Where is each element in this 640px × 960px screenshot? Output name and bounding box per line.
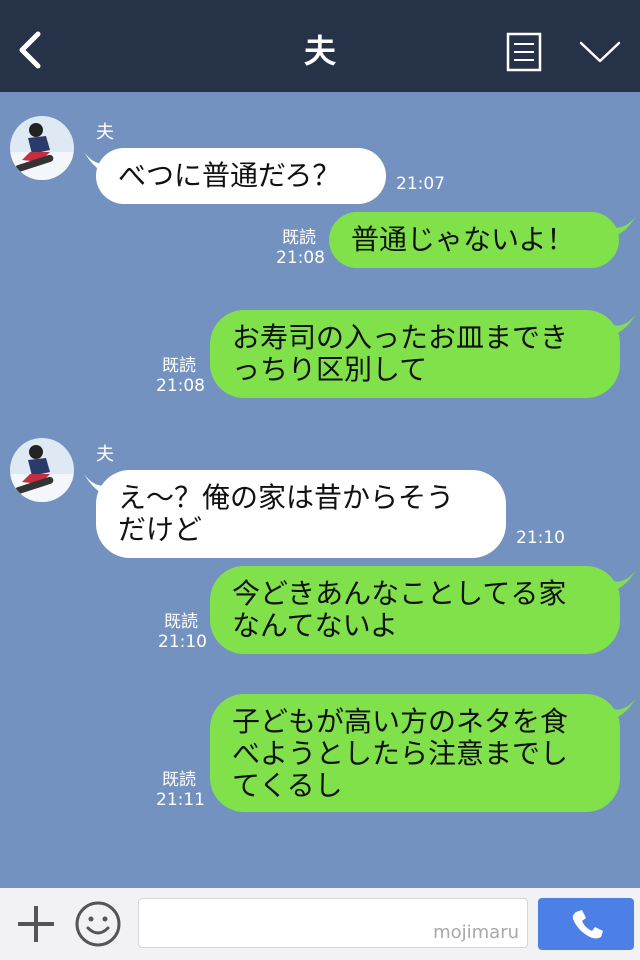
message-bubble-incoming[interactable]: え〜？俺の家は昔からそう だけど (96, 470, 506, 558)
plus-icon[interactable] (14, 902, 58, 946)
message-read-meta: 既読 21:08 (156, 356, 205, 396)
phone-icon (572, 910, 603, 939)
watermark: mojimaru (433, 922, 519, 943)
message-bubble-outgoing[interactable]: お寿司の入ったお皿までき っちり区別して (210, 310, 620, 398)
call-button[interactable] (538, 898, 634, 950)
message-bubble-outgoing[interactable]: 子どもが高い方のネタを食 べようとしたら注意までし てくるし (210, 694, 620, 812)
message-time: 21:08 (156, 376, 205, 396)
read-receipt: 既読 (162, 770, 196, 790)
snowboarder-avatar-icon (10, 438, 74, 502)
message-read-meta: 既読 21:10 (158, 612, 207, 652)
avatar[interactable] (10, 116, 74, 180)
message-time: 21:08 (276, 248, 325, 268)
smiley-icon[interactable] (74, 900, 122, 948)
input-bar: mojimaru (0, 888, 640, 960)
chevron-down-icon[interactable] (578, 38, 622, 66)
chat-title: 夫 (303, 32, 336, 70)
chat-header: 夫 (0, 0, 640, 92)
sender-name: 夫 (96, 122, 114, 143)
message-input[interactable]: mojimaru (138, 898, 528, 948)
message-time: 21:07 (396, 174, 445, 194)
message-read-meta: 既読 21:11 (156, 770, 205, 810)
message-time: 21:11 (156, 790, 205, 810)
message-bubble-incoming[interactable]: べつに普通だろ？ (96, 148, 386, 204)
avatar[interactable] (10, 438, 74, 502)
snowboarder-avatar-icon (10, 116, 74, 180)
read-receipt: 既読 (282, 228, 316, 248)
read-receipt: 既読 (162, 356, 196, 376)
message-bubble-outgoing[interactable]: 普通じゃないよ！ (329, 212, 619, 268)
read-receipt: 既読 (164, 612, 198, 632)
sender-name: 夫 (96, 444, 114, 465)
message-time: 21:10 (516, 528, 565, 548)
message-time: 21:10 (158, 632, 207, 652)
message-bubble-outgoing[interactable]: 今どきあんなことしてる家 なんてないよ (210, 566, 620, 654)
message-read-meta: 既読 21:08 (276, 228, 325, 268)
note-list-icon[interactable] (506, 32, 542, 72)
